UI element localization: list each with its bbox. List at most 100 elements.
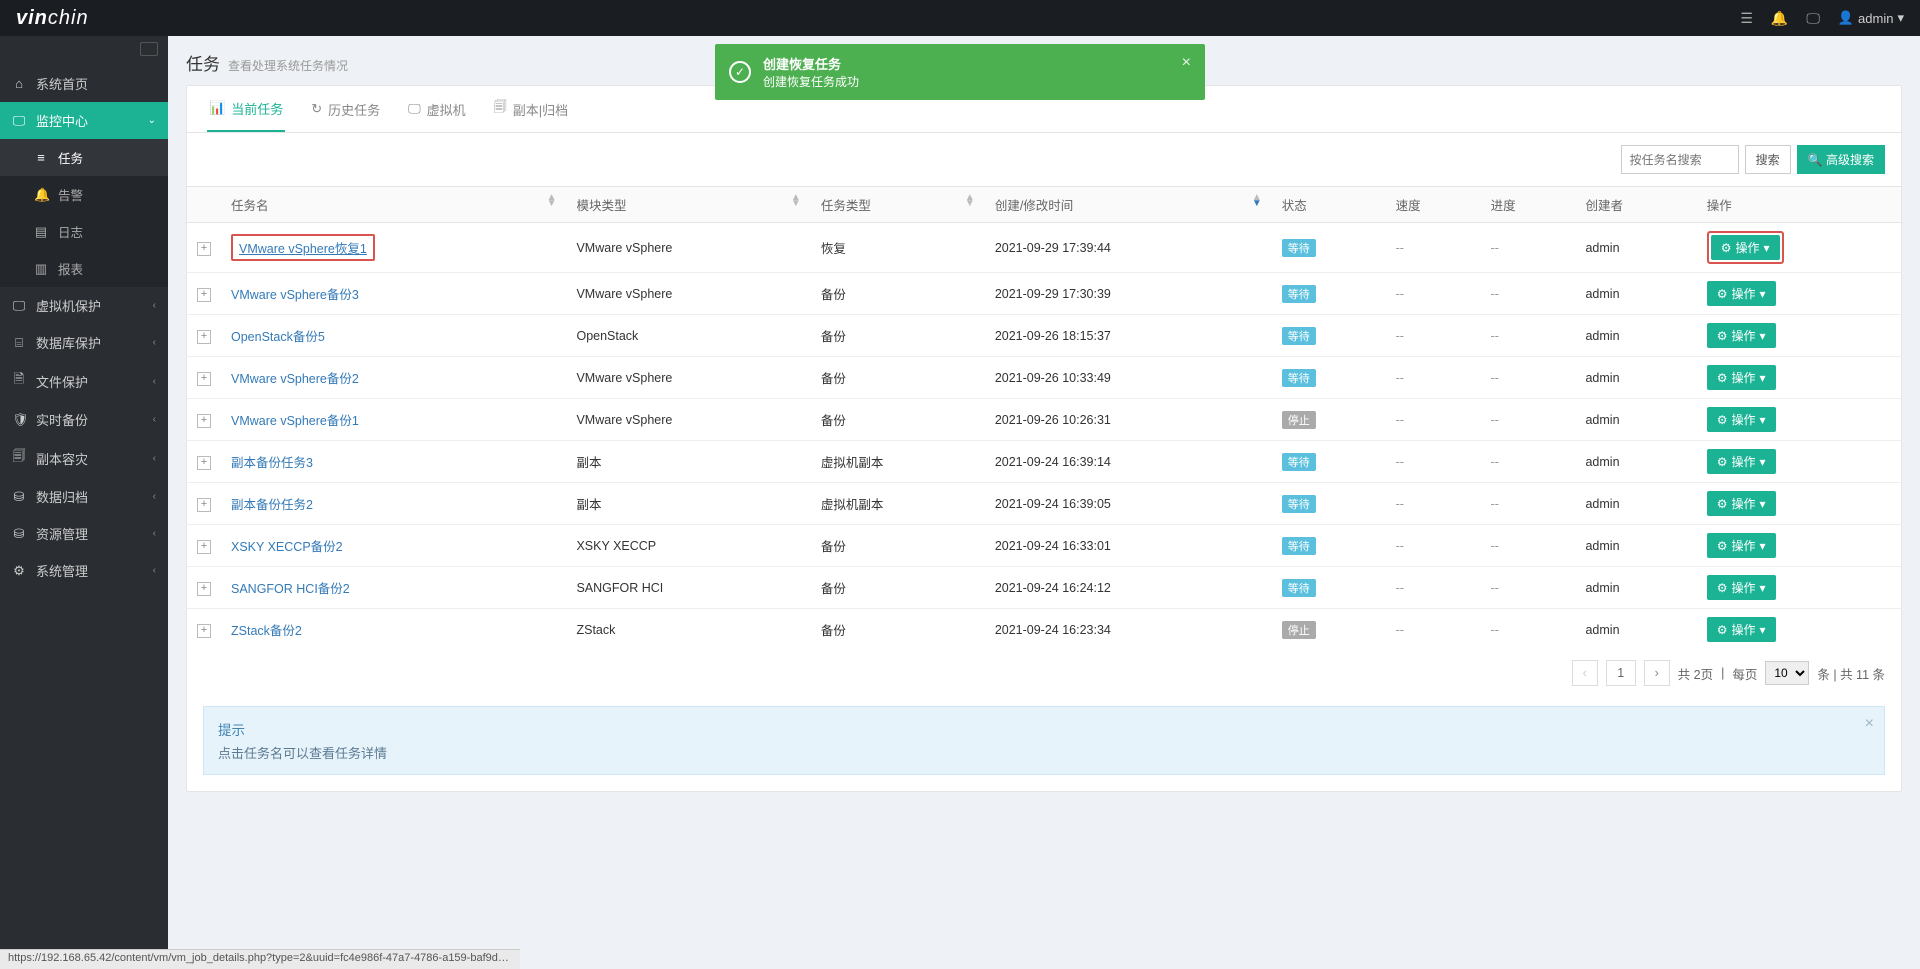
task-name-link[interactable]: SANGFOR HCI备份2 — [231, 582, 350, 596]
task-name-link[interactable]: VMware vSphere备份1 — [231, 414, 359, 428]
creator-cell: admin — [1575, 483, 1696, 525]
task-name-link[interactable]: VMware vSphere备份2 — [231, 372, 359, 386]
search-input[interactable] — [1621, 145, 1739, 174]
row-action-button[interactable]: ⚙ 操作 ▾ — [1707, 491, 1776, 516]
type-cell: 备份 — [811, 567, 985, 609]
nav-icon: 🖵 — [12, 113, 26, 129]
column-header[interactable]: 模块类型▲▼ — [566, 187, 810, 223]
table-row: + 副本备份任务2 副本 虚拟机副本 2021-09-24 16:39:05 等… — [187, 483, 1901, 525]
bell-icon[interactable]: 🔔 — [1771, 10, 1788, 27]
module-cell: VMware vSphere — [566, 357, 810, 399]
type-cell: 备份 — [811, 525, 985, 567]
expand-row[interactable]: + — [197, 624, 211, 638]
column-header[interactable]: 任务类型▲▼ — [811, 187, 985, 223]
sidebar-sub-item[interactable]: ▥报表 — [0, 250, 168, 287]
sidebar-item[interactable]: 🗎文件保护‹ — [0, 361, 168, 401]
task-name-link[interactable]: VMware vSphere备份3 — [231, 288, 359, 302]
column-header[interactable]: 操作 — [1697, 187, 1901, 223]
creator-cell: admin — [1575, 525, 1696, 567]
task-name-link[interactable]: VMware vSphere恢复1 — [239, 242, 367, 256]
row-action-button[interactable]: ⚙ 操作 ▾ — [1707, 449, 1776, 474]
row-action-button[interactable]: ⚙ 操作 ▾ — [1707, 575, 1776, 600]
column-header[interactable]: 进度 — [1481, 187, 1576, 223]
expand-row[interactable]: + — [197, 456, 211, 470]
expand-row[interactable]: + — [197, 288, 211, 302]
creator-cell: admin — [1575, 609, 1696, 651]
per-page-select[interactable]: 10 — [1765, 661, 1809, 685]
row-action-button[interactable]: ⚙ 操作 ▾ — [1707, 281, 1776, 306]
expand-row[interactable]: + — [197, 242, 211, 256]
time-cell: 2021-09-24 16:24:12 — [985, 567, 1272, 609]
sidebar-sub-item[interactable]: ≡任务 — [0, 139, 168, 176]
expand-row[interactable]: + — [197, 498, 211, 512]
sidebar-item[interactable]: ⛁数据归档‹ — [0, 478, 168, 515]
close-icon[interactable]: × — [1865, 715, 1874, 733]
monitor-icon[interactable]: 🖵 — [1806, 10, 1820, 27]
expand-row[interactable]: + — [197, 540, 211, 554]
column-header[interactable]: 状态 — [1272, 187, 1386, 223]
task-name-link[interactable]: 副本备份任务3 — [231, 456, 313, 470]
expand-row[interactable]: + — [197, 582, 211, 596]
tip-box: 提示 点击任务名可以查看任务详情 × — [203, 706, 1885, 775]
task-name-link[interactable]: 副本备份任务2 — [231, 498, 313, 512]
status-badge: 停止 — [1282, 411, 1316, 429]
prev-page[interactable]: ‹ — [1572, 660, 1598, 686]
status-bar: https://192.168.65.42/content/vm/vm_job_… — [0, 949, 520, 969]
column-header[interactable]: 任务名▲▼ — [221, 187, 566, 223]
nav-label: 系统首页 — [36, 74, 88, 93]
sidebar-item[interactable]: ⛁资源管理‹ — [0, 515, 168, 552]
close-icon[interactable]: × — [1182, 54, 1191, 72]
sidebar-item[interactable]: 🗐副本容灾‹ — [0, 438, 168, 478]
advanced-search-button[interactable]: 🔍 高级搜索 — [1797, 145, 1885, 174]
row-action-button[interactable]: ⚙ 操作 ▾ — [1707, 533, 1776, 558]
row-action-button[interactable]: ⚙ 操作 ▾ — [1707, 365, 1776, 390]
nav-label: 资源管理 — [36, 524, 88, 543]
user-menu[interactable]: 👤 admin ▾ — [1838, 10, 1904, 26]
sidebar-sub-item[interactable]: 🔔告警 — [0, 176, 168, 213]
tab-label: 当前任务 — [231, 99, 283, 118]
row-action-button[interactable]: ⚙ 操作 ▾ — [1707, 323, 1776, 348]
tab[interactable]: 📊当前任务 — [207, 86, 285, 132]
expand-row[interactable]: + — [197, 372, 211, 386]
status-badge: 等待 — [1282, 369, 1316, 387]
next-page[interactable]: › — [1644, 660, 1670, 686]
sidebar-item[interactable]: ⚙系统管理‹ — [0, 552, 168, 589]
progress-cell: -- — [1481, 525, 1576, 567]
tab[interactable]: 🗐副本|归档 — [492, 86, 570, 132]
user-icon: 👤 — [1838, 10, 1854, 26]
tab-label: 历史任务 — [328, 100, 380, 119]
sidebar-sub-item[interactable]: ▤日志 — [0, 213, 168, 250]
search-button[interactable]: 搜索 — [1745, 145, 1791, 174]
chevron-down-icon: ▾ — [1760, 539, 1766, 553]
sidebar-item[interactable]: 🖵监控中心⌄ — [0, 102, 168, 139]
tab[interactable]: 🖵虚拟机 — [406, 86, 468, 132]
sidebar-item[interactable]: 🖵虚拟机保护‹ — [0, 287, 168, 324]
time-cell: 2021-09-24 16:23:34 — [985, 609, 1272, 651]
status-badge: 等待 — [1282, 239, 1316, 257]
sidebar-collapse[interactable] — [0, 36, 168, 65]
sidebar-item[interactable]: ⌂系统首页 — [0, 65, 168, 102]
task-name-link[interactable]: XSKY XECCP备份2 — [231, 540, 343, 554]
sidebar-item[interactable]: 🛡实时备份‹ — [0, 401, 168, 438]
speed-cell: -- — [1386, 315, 1481, 357]
column-header[interactable]: 速度 — [1386, 187, 1481, 223]
list-icon[interactable]: ☰ — [1740, 10, 1753, 27]
creator-cell: admin — [1575, 223, 1696, 273]
row-action-button[interactable]: ⚙ 操作 ▾ — [1707, 617, 1776, 642]
nav-label: 日志 — [58, 222, 83, 241]
tab-label: 副本|归档 — [513, 100, 568, 119]
table-row: + 副本备份任务3 副本 虚拟机副本 2021-09-24 16:39:14 等… — [187, 441, 1901, 483]
sidebar-item[interactable]: ⌸数据库保护‹ — [0, 324, 168, 361]
gear-icon: ⚙ — [1717, 371, 1728, 385]
row-action-button[interactable]: ⚙ 操作 ▾ — [1711, 235, 1780, 260]
chevron-down-icon: ▾ — [1760, 623, 1766, 637]
module-cell: VMware vSphere — [566, 223, 810, 273]
row-action-button[interactable]: ⚙ 操作 ▾ — [1707, 407, 1776, 432]
tab[interactable]: ↻历史任务 — [309, 86, 382, 132]
expand-row[interactable]: + — [197, 414, 211, 428]
task-name-link[interactable]: OpenStack备份5 — [231, 330, 325, 344]
column-header[interactable]: 创建者 — [1575, 187, 1696, 223]
column-header[interactable]: 创建/修改时间▲▼ — [985, 187, 1272, 223]
expand-row[interactable]: + — [197, 330, 211, 344]
task-name-link[interactable]: ZStack备份2 — [231, 624, 302, 638]
